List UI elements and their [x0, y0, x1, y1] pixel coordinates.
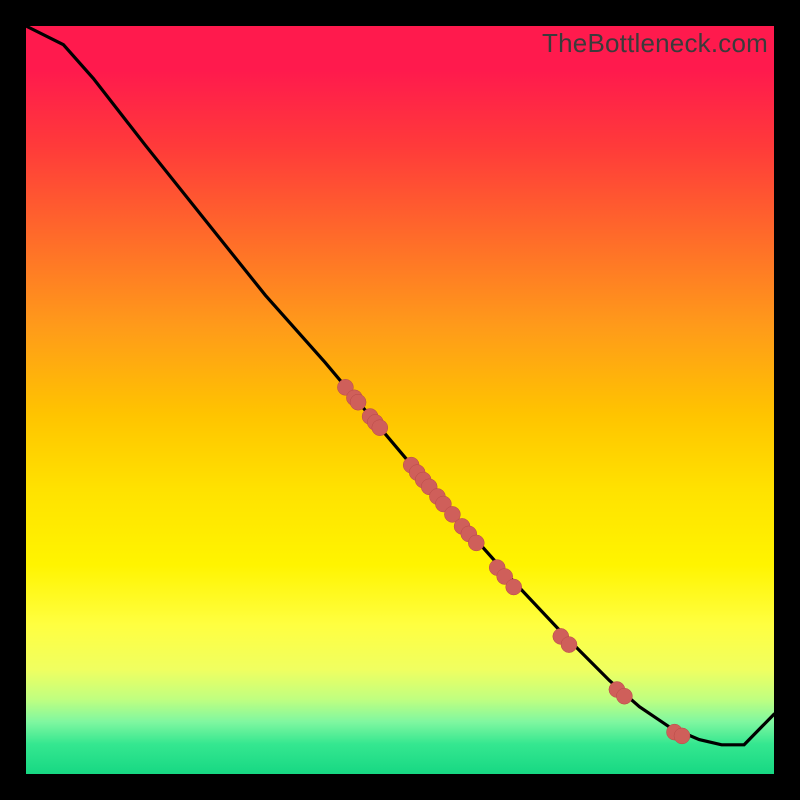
data-point-marker: [372, 420, 388, 436]
data-point-marker: [468, 535, 484, 551]
bottleneck-curve: [26, 26, 774, 745]
marker-group: [337, 379, 690, 744]
watermark-text: TheBottleneck.com: [542, 28, 768, 59]
data-point-marker: [350, 394, 366, 410]
chart-frame: TheBottleneck.com: [26, 26, 774, 774]
data-point-marker: [616, 688, 632, 704]
data-point-marker: [561, 637, 577, 653]
data-point-marker: [674, 728, 690, 744]
chart-svg: [26, 26, 774, 774]
data-point-marker: [506, 579, 522, 595]
